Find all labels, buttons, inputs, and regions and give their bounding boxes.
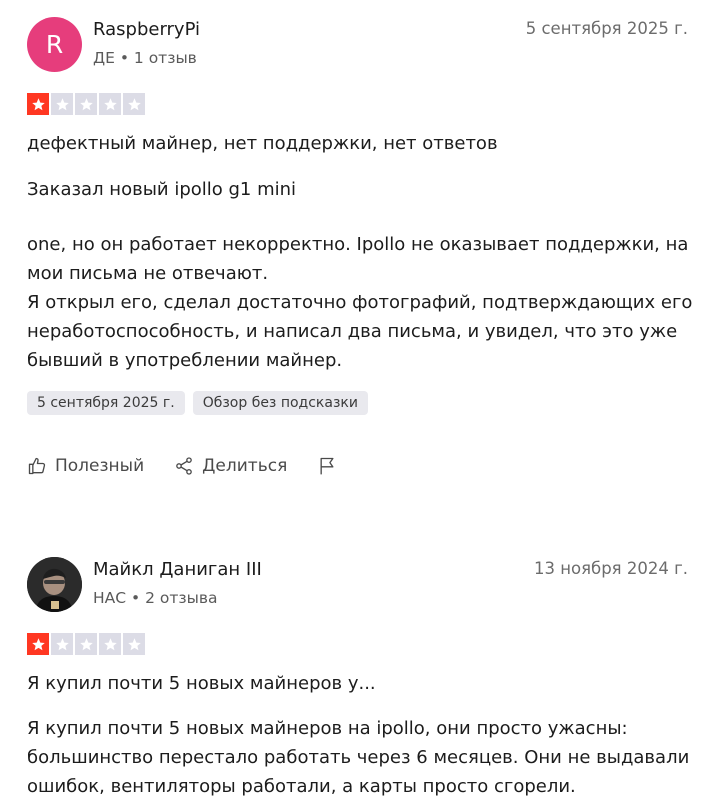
review-date: 13 ноября 2024 г. xyxy=(533,559,688,578)
review-body: Заказал новый ipollo g1 mini xyxy=(27,179,297,200)
share-label: Делиться xyxy=(202,456,288,476)
star-icon xyxy=(51,633,73,655)
review-type-tag[interactable]: Обзор без подсказки xyxy=(192,391,368,415)
reviewer-meta: ДЕ • 1 отзыв xyxy=(93,49,197,67)
reviewer-name[interactable]: Майкл Даниган III xyxy=(93,559,262,580)
star-icon xyxy=(75,633,97,655)
review-date: 5 сентября 2025 г. xyxy=(525,19,688,38)
avatar[interactable] xyxy=(27,557,82,612)
avatar-letter: R xyxy=(45,30,64,59)
review-tags: 5 сентября 2025 г. Обзор без подсказки xyxy=(27,391,368,415)
reviewer-meta: НАС • 2 отзыва xyxy=(93,589,218,607)
share-icon xyxy=(176,457,192,475)
useful-label: Полезный xyxy=(55,456,145,476)
star-rating xyxy=(27,93,145,115)
review-title[interactable]: дефектный майнер, нет поддержки, нет отв… xyxy=(27,133,498,154)
report-button[interactable] xyxy=(317,456,337,476)
review-body: Я купил почти 5 новых майнеров на ipollo… xyxy=(27,718,690,797)
flag-icon xyxy=(320,457,334,475)
review-body: one, но он работает некорректно. Ipollo … xyxy=(27,234,693,371)
share-button[interactable]: Делиться xyxy=(174,456,287,476)
thumbs-up-icon xyxy=(28,457,46,475)
review-actions: Полезный Делиться xyxy=(27,456,367,476)
useful-button[interactable]: Полезный xyxy=(27,456,144,476)
avatar[interactable]: R xyxy=(27,17,82,72)
star-icon xyxy=(27,93,49,115)
avatar-photo xyxy=(27,557,82,612)
experience-date-tag: 5 сентября 2025 г. xyxy=(27,391,185,415)
star-icon xyxy=(27,633,49,655)
star-icon xyxy=(123,633,145,655)
star-rating xyxy=(27,633,145,655)
reviewer-name[interactable]: RaspberryPi xyxy=(93,19,200,40)
star-icon xyxy=(123,93,145,115)
star-icon xyxy=(99,633,121,655)
star-icon xyxy=(99,93,121,115)
star-icon xyxy=(51,93,73,115)
review-title[interactable]: Я купил почти 5 новых майнеров у... xyxy=(27,673,376,694)
star-icon xyxy=(75,93,97,115)
